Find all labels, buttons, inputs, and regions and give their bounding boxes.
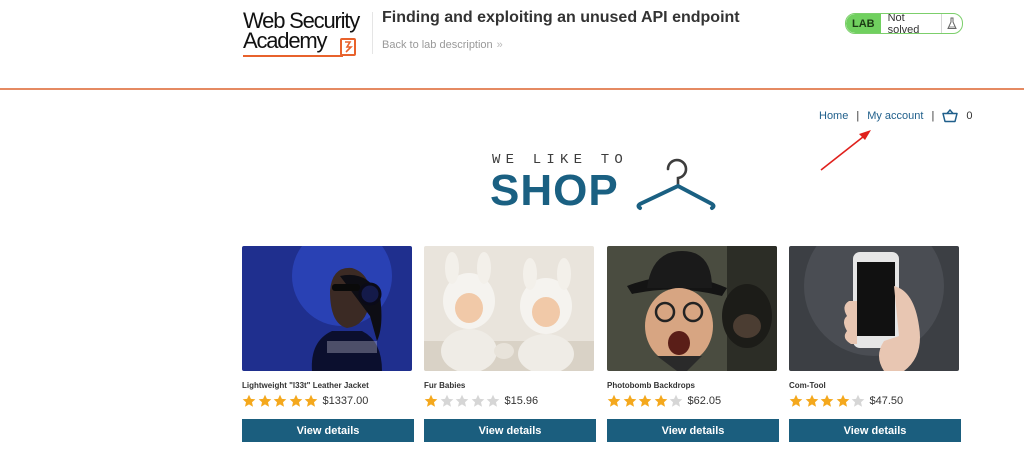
product-card: Photobomb Backdrops $62.05 View details: [607, 246, 780, 442]
hanger-icon: [636, 158, 716, 210]
star-filled-icon: [424, 394, 438, 408]
header-divider: [372, 12, 373, 54]
product-card: Fur Babies $15.96 View details: [424, 246, 597, 442]
star-filled-icon: [304, 394, 318, 408]
star-empty-icon: [851, 394, 865, 408]
star-filled-icon: [836, 394, 850, 408]
back-link-label: Back to lab description: [382, 39, 493, 51]
star-filled-icon: [242, 394, 256, 408]
nav-separator: |: [931, 110, 935, 122]
star-rating: [424, 394, 502, 408]
product-image[interactable]: [242, 246, 412, 371]
product-card: Lightweight "l33t" Leather Jacket $1337.…: [242, 246, 415, 442]
product-name: Com-Tool: [789, 381, 826, 390]
lab-badge: LAB: [846, 14, 881, 33]
home-link[interactable]: Home: [819, 110, 848, 122]
web-security-academy-logo[interactable]: Web Security Academy: [243, 10, 369, 59]
product-price: $47.50: [869, 395, 904, 407]
star-rating: [242, 394, 320, 408]
product-card: Com-Tool $47.50 View details: [789, 246, 962, 442]
star-rating: [789, 394, 867, 408]
logo-underline: [243, 55, 343, 57]
star-filled-icon: [638, 394, 652, 408]
back-to-lab-description-link[interactable]: Back to lab description»: [382, 39, 503, 51]
star-filled-icon: [654, 394, 668, 408]
product-image[interactable]: [607, 246, 777, 371]
view-details-button[interactable]: View details: [424, 419, 596, 442]
product-name: Lightweight "l33t" Leather Jacket: [242, 381, 369, 390]
product-rating: $62.05: [607, 394, 721, 408]
cart-count[interactable]: 0: [966, 110, 972, 122]
product-name: Photobomb Backdrops: [607, 381, 696, 390]
lab-title: Finding and exploiting an unused API end…: [382, 9, 740, 26]
star-filled-icon: [820, 394, 834, 408]
star-empty-icon: [486, 394, 500, 408]
top-nav: Home | My account | 0: [819, 108, 972, 123]
product-rating: $47.50: [789, 394, 903, 408]
logo-bolt-icon: [340, 38, 356, 56]
star-rating: [607, 394, 685, 408]
academy-header: Web Security Academy Finding and exploit…: [0, 0, 1024, 90]
product-price: $62.05: [687, 395, 722, 407]
star-empty-icon: [471, 394, 485, 408]
view-details-button[interactable]: View details: [242, 419, 414, 442]
product-price: $15.96: [504, 395, 539, 407]
star-filled-icon: [789, 394, 803, 408]
star-filled-icon: [258, 394, 272, 408]
product-image[interactable]: [789, 246, 959, 371]
star-filled-icon: [623, 394, 637, 408]
star-filled-icon: [273, 394, 287, 408]
annotation-arrow: [820, 130, 871, 171]
star-filled-icon: [805, 394, 819, 408]
view-details-button[interactable]: View details: [607, 419, 779, 442]
star-filled-icon: [289, 394, 303, 408]
nav-separator: |: [856, 110, 860, 122]
star-filled-icon: [607, 394, 621, 408]
double-chevron-right-icon: »: [496, 39, 503, 51]
lab-status-widget: LAB Not solved: [845, 13, 963, 34]
product-rating: $15.96: [424, 394, 538, 408]
product-image[interactable]: [424, 246, 594, 371]
product-rating: $1337.00: [242, 394, 368, 408]
view-details-button[interactable]: View details: [789, 419, 961, 442]
cart-icon[interactable]: [942, 108, 959, 123]
product-price: $1337.00: [322, 395, 369, 407]
star-empty-icon: [455, 394, 469, 408]
star-empty-icon: [440, 394, 454, 408]
flask-icon[interactable]: [942, 14, 962, 33]
star-empty-icon: [669, 394, 683, 408]
product-name: Fur Babies: [424, 381, 466, 390]
shop-banner: WE LIKE TO SHOP: [490, 152, 720, 222]
my-account-link[interactable]: My account: [867, 110, 923, 122]
banner-headline: SHOP: [490, 166, 619, 215]
lab-status-text: Not solved: [881, 14, 943, 33]
